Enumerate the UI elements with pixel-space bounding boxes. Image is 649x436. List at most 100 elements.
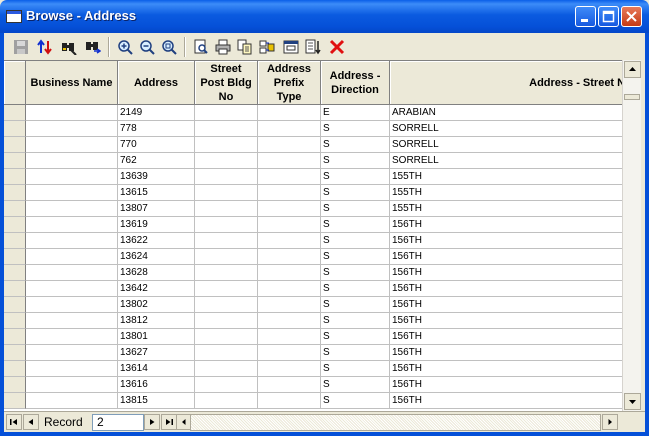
table-cell[interactable] — [195, 105, 258, 121]
table-cell[interactable]: 156TH — [390, 297, 641, 313]
table-cell[interactable]: 13801 — [118, 329, 195, 345]
table-cell[interactable] — [26, 185, 118, 201]
table-cell[interactable] — [26, 217, 118, 233]
row-selector[interactable] — [4, 361, 26, 377]
row-selector[interactable] — [4, 297, 26, 313]
table-cell[interactable] — [26, 361, 118, 377]
table-cell[interactable]: 156TH — [390, 281, 641, 297]
row-selector[interactable] — [4, 329, 26, 345]
table-cell[interactable] — [26, 201, 118, 217]
table-cell[interactable]: S — [321, 121, 390, 137]
delete-button[interactable] — [326, 36, 348, 58]
scroll-down-button[interactable] — [624, 393, 641, 410]
table-cell[interactable]: SORRELL — [390, 137, 641, 153]
record-number-field[interactable]: 2 — [92, 414, 144, 431]
row-selector[interactable] — [4, 313, 26, 329]
table-cell[interactable]: S — [321, 265, 390, 281]
copy-button[interactable] — [234, 36, 256, 58]
table-cell[interactable] — [26, 313, 118, 329]
last-record-button[interactable] — [161, 414, 177, 430]
table-cell[interactable]: 156TH — [390, 345, 641, 361]
table-cell[interactable] — [26, 281, 118, 297]
table-cell[interactable]: 156TH — [390, 361, 641, 377]
table-cell[interactable]: E — [321, 105, 390, 121]
table-cell[interactable] — [258, 233, 321, 249]
table-cell[interactable] — [195, 185, 258, 201]
find-next-button[interactable] — [82, 36, 104, 58]
table-cell[interactable]: S — [321, 361, 390, 377]
table-cell[interactable] — [195, 345, 258, 361]
table-cell[interactable]: SORRELL — [390, 153, 641, 169]
scroll-thumb[interactable] — [624, 94, 640, 100]
table-cell[interactable] — [258, 361, 321, 377]
table-cell[interactable]: 13627 — [118, 345, 195, 361]
table-cell[interactable] — [195, 169, 258, 185]
table-cell[interactable] — [258, 185, 321, 201]
table-cell[interactable] — [195, 153, 258, 169]
table-cell[interactable]: S — [321, 297, 390, 313]
table-cell[interactable]: 156TH — [390, 249, 641, 265]
zoom-out-button[interactable] — [136, 36, 158, 58]
table-cell[interactable] — [258, 265, 321, 281]
row-selector[interactable] — [4, 185, 26, 201]
table-cell[interactable]: 13615 — [118, 185, 195, 201]
table-cell[interactable]: ARABIAN — [390, 105, 641, 121]
previous-record-button[interactable] — [23, 414, 39, 430]
table-cell[interactable]: 13619 — [118, 217, 195, 233]
table-cell[interactable]: S — [321, 281, 390, 297]
table-cell[interactable]: S — [321, 393, 390, 409]
table-cell[interactable] — [195, 249, 258, 265]
table-cell[interactable]: 2149 — [118, 105, 195, 121]
table-cell[interactable] — [195, 361, 258, 377]
table-cell[interactable] — [26, 249, 118, 265]
zoom-fit-button[interactable] — [158, 36, 180, 58]
table-cell[interactable] — [258, 297, 321, 313]
table-cell[interactable] — [195, 137, 258, 153]
grid-corner[interactable] — [4, 61, 26, 105]
table-cell[interactable]: 155TH — [390, 169, 641, 185]
table-cell[interactable]: 13624 — [118, 249, 195, 265]
row-selector[interactable] — [4, 169, 26, 185]
table-cell[interactable] — [26, 233, 118, 249]
table-cell[interactable]: 13807 — [118, 201, 195, 217]
sort-list-button[interactable] — [302, 36, 324, 58]
data-grid[interactable]: Business Name Address Street Post Bldg No Add… — [4, 60, 641, 412]
table-cell[interactable] — [258, 329, 321, 345]
table-cell[interactable] — [195, 265, 258, 281]
maximize-button[interactable] — [598, 6, 619, 27]
column-header[interactable]: Address - Street Nam — [390, 61, 641, 105]
row-selector[interactable] — [4, 377, 26, 393]
table-cell[interactable]: 13642 — [118, 281, 195, 297]
table-cell[interactable]: 13616 — [118, 377, 195, 393]
row-selector[interactable] — [4, 265, 26, 281]
table-cell[interactable]: 156TH — [390, 377, 641, 393]
table-cell[interactable] — [195, 217, 258, 233]
table-cell[interactable] — [258, 217, 321, 233]
table-cell[interactable]: S — [321, 217, 390, 233]
table-cell[interactable] — [195, 121, 258, 137]
table-cell[interactable] — [26, 393, 118, 409]
table-cell[interactable] — [195, 297, 258, 313]
table-cell[interactable]: 156TH — [390, 313, 641, 329]
table-cell[interactable]: 13639 — [118, 169, 195, 185]
window-icon[interactable] — [6, 10, 22, 23]
table-cell[interactable] — [258, 201, 321, 217]
row-selector[interactable] — [4, 105, 26, 121]
table-cell[interactable] — [26, 265, 118, 281]
table-cell[interactable] — [195, 281, 258, 297]
first-record-button[interactable] — [6, 414, 22, 430]
table-cell[interactable] — [26, 329, 118, 345]
row-selector[interactable] — [4, 281, 26, 297]
row-selector[interactable] — [4, 153, 26, 169]
print-button[interactable] — [212, 36, 234, 58]
table-cell[interactable]: 13812 — [118, 313, 195, 329]
row-selector[interactable] — [4, 249, 26, 265]
table-cell[interactable]: 13614 — [118, 361, 195, 377]
export-button[interactable] — [256, 36, 278, 58]
table-cell[interactable] — [258, 121, 321, 137]
table-cell[interactable]: S — [321, 345, 390, 361]
table-cell[interactable]: S — [321, 137, 390, 153]
column-header[interactable]: Street Post Bldg No — [195, 61, 258, 105]
save-button[interactable] — [10, 36, 32, 58]
table-cell[interactable]: S — [321, 185, 390, 201]
